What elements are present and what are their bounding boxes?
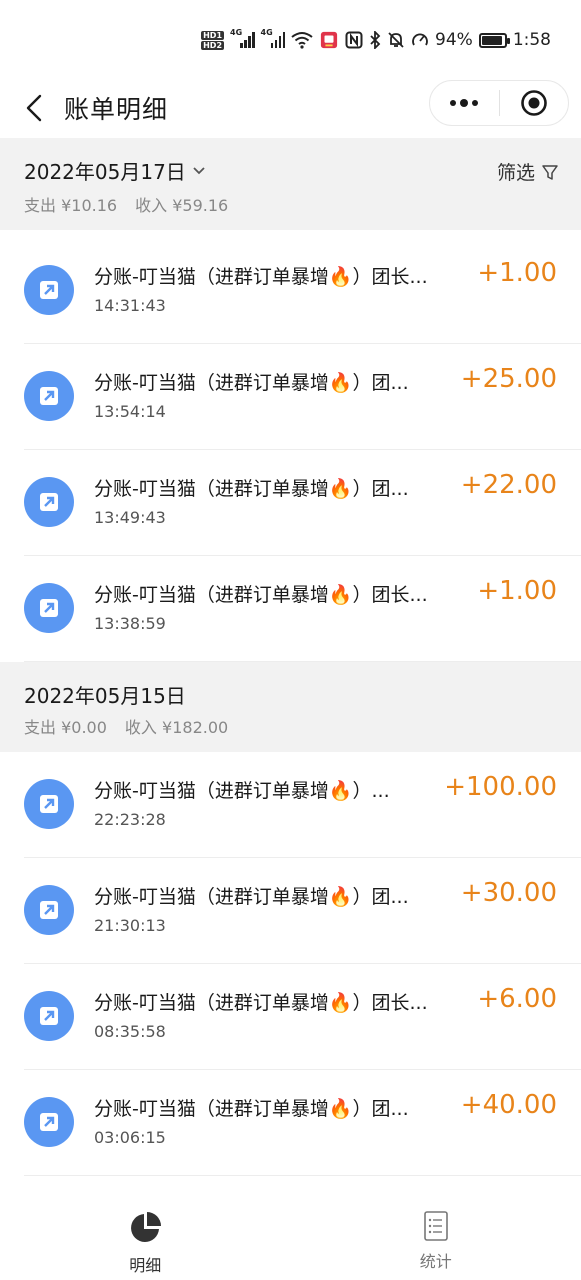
transaction-title: 分账-叮当猫（进群订单暴增🔥）团... (94, 372, 409, 394)
list-item[interactable]: 分账-叮当猫（进群订单暴增🔥）团... 13:49:43 +22.00 (0, 450, 581, 556)
transaction-amount: +1.00 (475, 258, 557, 288)
chevron-down-icon (193, 166, 205, 174)
signal2-tag: 4G (260, 28, 273, 37)
transfer-icon (24, 265, 74, 315)
list-item[interactable]: 分账-叮当猫（进群订单暴增🔥）团长... 14:31:43 +1.00 (0, 238, 581, 344)
transaction-title: 分账-叮当猫（进群订单暴增🔥）团长... (94, 992, 428, 1014)
close-miniprogram-button[interactable] (500, 81, 569, 125)
section-date: 2022年05月17日 (24, 160, 186, 184)
speed-icon (412, 33, 428, 46)
date-header-section-2: 2022年05月15日 支出 ¥0.00 收入 ¥182.00 (0, 662, 581, 752)
transaction-amount: +25.00 (458, 364, 557, 394)
list-item[interactable]: 分账-叮当猫（进群订单暴增🔥）团长... 13:38:59 +1.00 (0, 556, 581, 662)
more-dots-icon (450, 99, 479, 107)
filter-button[interactable]: 筛选 (497, 158, 559, 185)
funnel-icon (542, 164, 558, 180)
status-bar: HD1 HD2 4G 4G 94% 1:58 (0, 0, 581, 80)
transaction-time: 13:54:14 (94, 402, 166, 421)
more-button[interactable] (430, 81, 499, 125)
transaction-title: 分账-叮当猫（进群订单暴增🔥）... (94, 780, 390, 802)
transaction-title: 分账-叮当猫（进群订单暴增🔥）团长... (94, 266, 428, 288)
date-header-section-1: 2022年05月17日 支出 ¥10.16 收入 ¥59.16 筛选 (0, 138, 581, 230)
signal-strength-icon: 4G (230, 28, 255, 48)
battery-percent: 94% (435, 30, 473, 50)
date-selector[interactable]: 2022年05月17日 (24, 156, 206, 185)
capsule-menu (429, 80, 569, 126)
income-summary: 收入 ¥182.00 (124, 718, 229, 737)
list-item[interactable]: 分账-叮当猫（进群订单暴增🔥）... 22:23:28 +100.00 (0, 752, 581, 858)
transaction-time: 22:23:28 (94, 810, 166, 829)
transaction-amount: +100.00 (442, 772, 557, 802)
chevron-left-icon (26, 94, 42, 122)
section-date-label: 2022年05月15日 (24, 680, 186, 709)
expense-summary: 支出 ¥0.00 (24, 718, 107, 737)
expense-summary: 支出 ¥10.16 (24, 196, 118, 215)
tab-bar: 明细 统计 (0, 1198, 581, 1280)
section-summary: 支出 ¥10.16 收入 ¥59.16 (24, 192, 228, 216)
bluetooth-icon (370, 31, 381, 49)
nav-bar: 账单明细 (0, 80, 581, 138)
transfer-icon (24, 1097, 74, 1147)
list-item[interactable]: 分账-叮当猫（进群订单暴增🔥）团长... 08:35:58 +6.00 (0, 964, 581, 1070)
transaction-amount: +6.00 (475, 984, 557, 1014)
section-summary: 支出 ¥0.00 收入 ¥182.00 (24, 714, 228, 738)
list-item[interactable]: 分账-叮当猫（进群订单暴增🔥）团... 21:30:13 +30.00 (0, 858, 581, 964)
transfer-icon (24, 477, 74, 527)
transaction-amount: +30.00 (458, 878, 557, 908)
target-circle-icon (520, 90, 547, 116)
list-item[interactable]: 分账-叮当猫（进群订单暴增🔥）团... 13:54:14 +25.00 (0, 344, 581, 450)
tab-statistics[interactable]: 统计 (291, 1198, 581, 1280)
transaction-time: 13:49:43 (94, 508, 166, 527)
status-time: 1:58 (512, 30, 551, 50)
transaction-time: 03:06:15 (94, 1128, 166, 1147)
transaction-title: 分账-叮当猫（进群订单暴增🔥）团长... (94, 584, 428, 606)
tab-label: 统计 (419, 1252, 452, 1271)
section-date: 2022年05月15日 (24, 684, 186, 708)
tab-details[interactable]: 明细 (0, 1198, 291, 1280)
transfer-icon (24, 583, 74, 633)
wifi-icon (291, 32, 313, 49)
transaction-list-section-2: 分账-叮当猫（进群订单暴增🔥）... 22:23:28 +100.00 分账-叮… (0, 752, 581, 1252)
list-item[interactable]: 分账-叮当猫（进群订单暴增🔥）团... 03:06:15 +40.00 (0, 1070, 581, 1176)
hd2-label: HD2 (201, 40, 225, 50)
transfer-icon (24, 779, 74, 829)
transfer-icon (24, 885, 74, 935)
transaction-time: 21:30:13 (94, 916, 166, 935)
nfc-icon (345, 31, 363, 49)
tab-label: 明细 (129, 1256, 162, 1275)
back-button[interactable] (14, 86, 54, 130)
transaction-title: 分账-叮当猫（进群订单暴增🔥）团... (94, 478, 409, 500)
transaction-amount: +40.00 (458, 1090, 557, 1120)
filter-label: 筛选 (496, 162, 535, 184)
app-notification-icon (320, 31, 338, 49)
signal-strength-icon: 4G (261, 28, 286, 48)
transaction-time: 13:38:59 (94, 614, 166, 633)
transaction-title: 分账-叮当猫（进群订单暴增🔥）团... (94, 1098, 409, 1120)
transfer-icon (24, 371, 74, 421)
transaction-title: 分账-叮当猫（进群订单暴增🔥）团... (94, 886, 409, 908)
transaction-list-section-1: 分账-叮当猫（进群订单暴增🔥）团长... 14:31:43 +1.00 分账-叮… (0, 238, 581, 662)
transaction-amount: +22.00 (458, 470, 557, 500)
transfer-icon (24, 991, 74, 1041)
hd-badge-icon: HD1 HD2 (201, 30, 225, 50)
mute-icon (388, 32, 404, 48)
hd1-label: HD1 (201, 30, 225, 40)
income-summary: 收入 ¥59.16 (135, 196, 229, 215)
transaction-time: 08:35:58 (94, 1022, 166, 1041)
signal1-tag: 4G (230, 28, 243, 37)
battery-icon (478, 32, 510, 48)
transaction-time: 14:31:43 (94, 296, 166, 315)
list-document-icon (423, 1211, 448, 1241)
transaction-amount: +1.00 (475, 576, 557, 606)
pie-chart-icon (131, 1212, 162, 1242)
page-title: 账单明细 (64, 95, 169, 124)
